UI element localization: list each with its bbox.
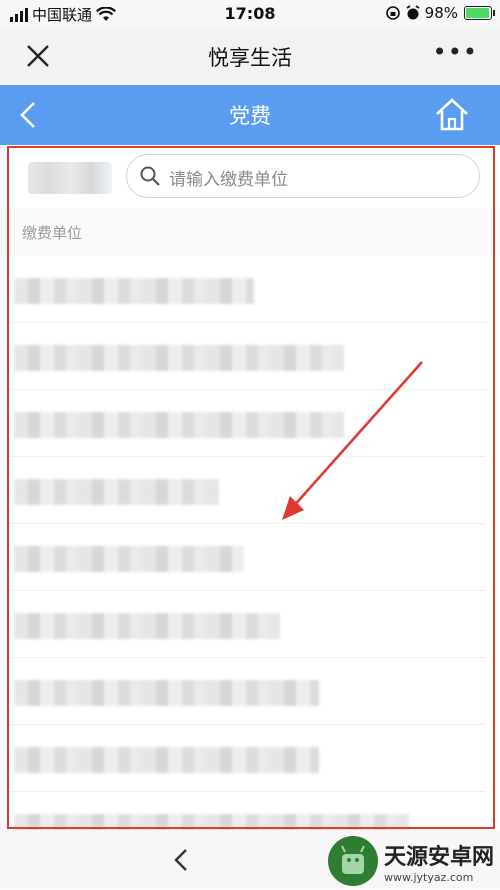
status-bar: 中国联通 17:08 98% [0,0,500,28]
annotation-arrow [282,361,423,520]
home-icon[interactable] [432,95,472,135]
page-title: 党费 [229,104,271,128]
watermark-title: 天源安卓网 [383,844,494,870]
browser-back-icon[interactable] [168,844,196,876]
app-bar: 悦享生活 ••• [0,28,500,85]
rotation-lock-icon [385,6,400,20]
battery-icon [464,6,495,20]
bottom-bar: 天源安卓网 www.jytyaz.com [0,830,500,889]
watermark-url: www.jytyaz.com [383,870,474,884]
app-title: 悦享生活 [208,46,292,70]
battery-percent: 98% [424,4,458,22]
battery-fill [466,8,490,18]
more-menu-button[interactable]: ••• [433,38,478,66]
status-right: 98% [385,4,495,22]
watermark: 天源安卓网 www.jytyaz.com [327,836,494,886]
nav-bar: 党费 [0,85,500,145]
watermark-logo-icon [327,836,378,886]
alarm-icon [406,5,420,20]
